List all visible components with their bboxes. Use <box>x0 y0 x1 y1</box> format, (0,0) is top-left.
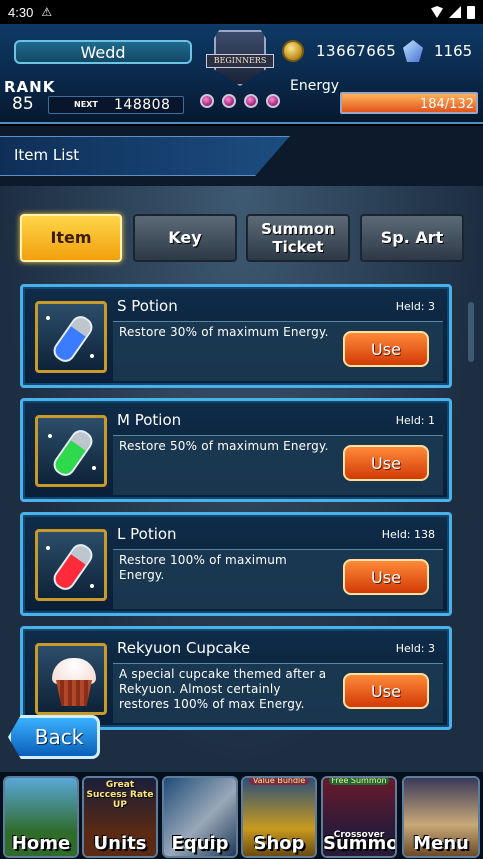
back-button[interactable]: Back <box>8 715 100 759</box>
nav-label: Equip <box>171 833 229 854</box>
list-scrollbar[interactable] <box>468 302 474 362</box>
held-count: Held: 1 <box>395 414 435 427</box>
item-list-panel: Item Key Summon Ticket Sp. Art S Potion … <box>0 186 483 772</box>
item-name: M Potion <box>117 411 182 429</box>
nav-home[interactable]: Home <box>3 776 79 858</box>
emblem-banner: BEGINNERS <box>206 54 274 68</box>
list-item: M Potion Held: 1 Restore 50% of maximum … <box>20 398 452 502</box>
item-name: Rekyuon Cupcake <box>117 639 251 657</box>
player-name[interactable]: Wedd <box>14 40 192 64</box>
held-count: Held: 138 <box>381 528 435 541</box>
rank-value: 85 <box>12 94 34 114</box>
item-list[interactable]: S Potion Held: 3 Restore 30% of maximum … <box>20 284 464 756</box>
tab-summon-ticket[interactable]: Summon Ticket <box>246 214 350 262</box>
sparkle <box>46 316 50 320</box>
page-title: Item List <box>14 146 80 164</box>
item-description: A special cupcake themed after a Rekyuon… <box>119 667 327 711</box>
status-time: 4:30 <box>8 4 34 20</box>
item-description: Restore 50% of maximum Energy. <box>119 439 329 453</box>
use-button[interactable]: Use <box>343 331 429 367</box>
battery-icon <box>467 5 475 19</box>
use-button[interactable]: Use <box>343 445 429 481</box>
gold-coin-icon <box>282 40 304 62</box>
gem-icon <box>403 40 423 62</box>
tab-sp-art[interactable]: Sp. Art <box>360 214 464 262</box>
player-header: Wedd BEGINNERS 13667665 1165 RANK 85 NEX… <box>0 24 483 124</box>
nav-label: Units <box>93 833 147 854</box>
emblem-gem-icon <box>266 94 280 108</box>
category-tabs: Item Key Summon Ticket Sp. Art <box>0 210 483 266</box>
nav-equip[interactable]: Equip <box>162 776 238 858</box>
nav-label: Home <box>11 833 71 854</box>
nav-label: Shop <box>253 833 305 854</box>
bottom-nav: Home Great Success Rate UP Units Equip V… <box>0 772 483 859</box>
held-count: Held: 3 <box>395 642 435 655</box>
item-name: S Potion <box>117 297 178 315</box>
emblem-gem-icon <box>222 94 236 108</box>
status-bar: 4:30 ⚠ <box>0 0 483 24</box>
nav-menu[interactable]: Menu <box>402 776 480 858</box>
use-button[interactable]: Use <box>343 559 429 595</box>
list-item: L Potion Held: 138 Restore 100% of maxim… <box>20 512 452 616</box>
sparkle <box>46 546 50 550</box>
summon-promo-tag: Free Summon <box>329 778 389 785</box>
nav-shop[interactable]: Value Bundle Shop <box>241 776 317 858</box>
units-promo-tag: Great Success Rate UP <box>86 780 154 810</box>
potion-icon <box>35 301 107 373</box>
potion-bottle <box>49 312 97 366</box>
gem-value: 1165 <box>434 42 473 60</box>
cupcake-icon <box>35 643 107 715</box>
energy-label: Energy <box>290 78 340 94</box>
gold-value: 13667665 <box>316 42 397 60</box>
sparkle <box>90 354 94 358</box>
title-row: Item List <box>0 126 483 186</box>
next-exp-value: 148808 <box>114 97 171 113</box>
item-description: Restore 100% of maximum Energy. <box>119 553 287 582</box>
signal-icon <box>449 6 461 18</box>
held-count: Held: 3 <box>395 300 435 313</box>
nav-label: Summon <box>323 833 395 854</box>
nav-units[interactable]: Great Success Rate UP Units <box>82 776 158 858</box>
alert-icon: ⚠ <box>41 5 53 19</box>
use-button[interactable]: Use <box>343 673 429 709</box>
potion-bottle <box>49 426 97 480</box>
nav-label: Menu <box>413 833 469 854</box>
rank-emblem-icon: BEGINNERS <box>190 28 290 120</box>
energy-value: 184/132 <box>419 97 474 112</box>
tab-item[interactable]: Item <box>20 214 122 262</box>
potion-icon <box>35 529 107 601</box>
potion-icon <box>35 415 107 487</box>
sparkle <box>92 466 96 470</box>
shop-promo-tag: Value Bundle <box>249 778 309 785</box>
item-description: Restore 30% of maximum Energy. <box>119 325 329 339</box>
list-item: S Potion Held: 3 Restore 30% of maximum … <box>20 284 452 388</box>
status-icons <box>431 5 475 19</box>
nav-summon[interactable]: Free Summon Crossover Summon <box>321 776 397 858</box>
cupcake <box>52 658 96 706</box>
cupcake-wrapper <box>56 680 92 706</box>
tab-key[interactable]: Key <box>133 214 237 262</box>
sparkle <box>48 434 52 438</box>
emblem-gem-icon <box>244 94 258 108</box>
next-label: NEXT <box>74 100 98 109</box>
wifi-icon <box>431 6 443 18</box>
list-item: Rekyuon Cupcake Held: 3 A special cupcak… <box>20 626 452 730</box>
sparkle <box>90 584 94 588</box>
emblem-gem-icon <box>200 94 214 108</box>
item-name: L Potion <box>117 525 177 543</box>
